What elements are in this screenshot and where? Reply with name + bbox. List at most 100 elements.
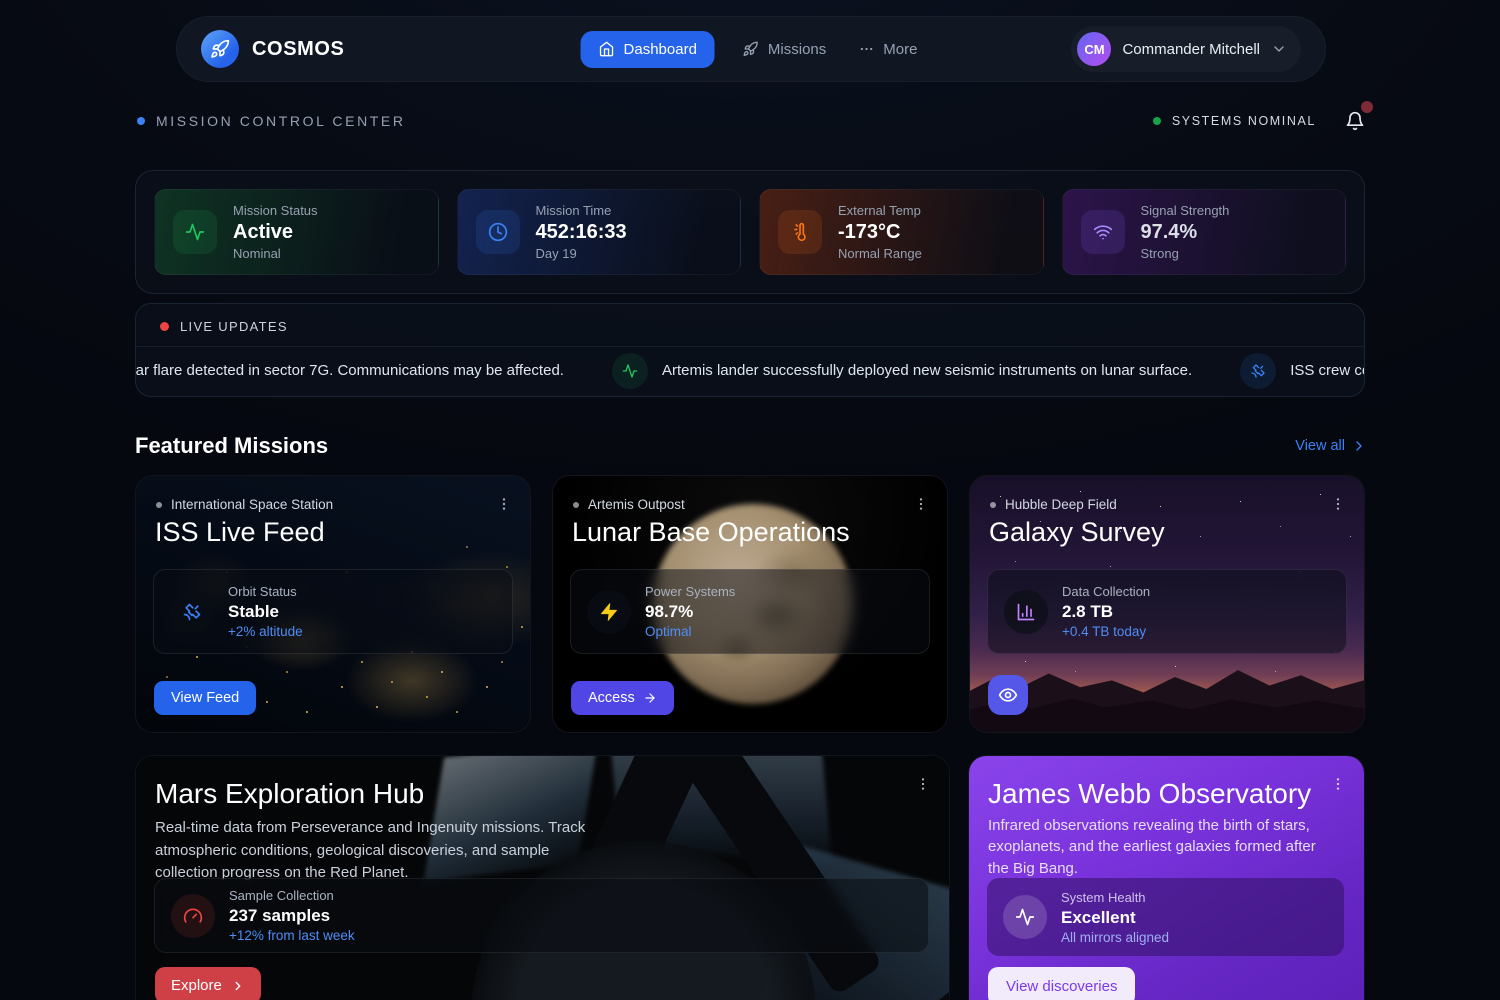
notifications-button[interactable] — [1343, 109, 1367, 133]
stat-value: 452:16:33 — [536, 221, 627, 244]
spotlight-grid: Mars Exploration Hub Real-time data from… — [135, 755, 1365, 1000]
panel-label: Orbit Status — [228, 584, 303, 599]
panel-value: 98.7% — [645, 602, 735, 622]
button-label: Explore — [171, 977, 222, 994]
panel-label: Sample Collection — [229, 888, 355, 903]
mission-control-page: COSMOS Dashboard Missions More CM Comman… — [0, 0, 1500, 1000]
primary-nav: Dashboard Missions More — [581, 31, 922, 68]
nav-tab-missions[interactable]: Missions — [739, 31, 830, 68]
user-menu[interactable]: CM Commander Mitchell — [1071, 26, 1301, 72]
brand-name: COSMOS — [252, 38, 345, 61]
stat-sub: Day 19 — [536, 246, 627, 261]
chevron-down-icon — [1271, 41, 1287, 57]
stat-label: Mission Status — [233, 203, 318, 218]
nav-tab-label: Dashboard — [624, 41, 697, 58]
card-menu-button[interactable] — [911, 772, 935, 796]
chevron-right-icon — [1351, 438, 1367, 454]
user-name: Commander Mitchell — [1122, 41, 1260, 58]
nav-tab-dashboard[interactable]: Dashboard — [581, 31, 715, 68]
card-tag: Hubble Deep Field — [990, 497, 1117, 512]
arrow-right-icon — [643, 691, 657, 705]
view-all-link[interactable]: View all — [1295, 438, 1367, 454]
satellite-icon — [1240, 353, 1276, 389]
stat-mission-status: Mission Status Active Nominal — [154, 189, 439, 275]
featured-missions-grid: International Space Station ISS Live Fee… — [135, 475, 1365, 733]
james-webb-card: James Webb Observatory Infrared observat… — [968, 755, 1365, 1000]
bar-chart-icon — [1004, 590, 1048, 634]
panel-sub: Optimal — [645, 624, 735, 639]
card-menu-button[interactable] — [492, 492, 516, 516]
notification-badge — [1361, 101, 1373, 113]
stat-value: 97.4% — [1141, 221, 1230, 244]
nav-tab-label: More — [883, 41, 917, 58]
page-title: MISSION CONTROL CENTER — [156, 113, 406, 129]
featured-missions-header: Featured Missions View all — [135, 430, 1367, 462]
card-stat-panel: Orbit Status Stable +2% altitude — [153, 569, 513, 654]
top-nav: COSMOS Dashboard Missions More CM Comman… — [176, 16, 1326, 82]
card-title: Lunar Base Operations — [572, 517, 850, 548]
green-dot-icon — [1153, 117, 1161, 125]
ticker-text: Solar flare detected in sector 7G. Commu… — [135, 362, 564, 379]
card-stat-panel: Sample Collection 237 samples +12% from … — [154, 878, 929, 953]
clock-icon — [476, 210, 520, 254]
status-dot — [573, 502, 579, 508]
view-all-label: View all — [1295, 438, 1345, 454]
live-updates-panel: LIVE UPDATES Solar flare detected in sec… — [135, 303, 1365, 397]
card-stat-panel: System Health Excellent All mirrors alig… — [987, 878, 1344, 956]
card-menu-button[interactable] — [1326, 492, 1350, 516]
explore-button[interactable]: Explore — [155, 967, 261, 1000]
thermometer-icon — [778, 210, 822, 254]
rocket-icon — [743, 41, 759, 57]
panel-label: System Health — [1061, 890, 1169, 905]
stat-sub: Strong — [1141, 246, 1230, 261]
button-label: Access — [588, 690, 635, 706]
panel-label: Power Systems — [645, 584, 735, 599]
system-status-group: SYSTEMS NOMINAL — [1153, 109, 1367, 133]
stat-value: -173°C — [838, 221, 922, 244]
activity-icon — [173, 210, 217, 254]
panel-value: Stable — [228, 602, 303, 622]
card-menu-button[interactable] — [909, 492, 933, 516]
view-feed-button[interactable]: View Feed — [154, 681, 256, 715]
live-updates-title: LIVE UPDATES — [180, 319, 288, 334]
red-dot-icon — [160, 322, 169, 331]
card-title: Galaxy Survey — [989, 517, 1165, 548]
card-title: Mars Exploration Hub — [155, 778, 424, 810]
stat-label: Mission Time — [536, 203, 627, 218]
ticker-item: Solar flare detected in sector 7G. Commu… — [135, 353, 564, 389]
card-description: Real-time data from Perseverance and Ing… — [155, 817, 610, 885]
zap-icon — [587, 590, 631, 634]
bell-icon — [1345, 111, 1365, 131]
panel-sub: +2% altitude — [228, 624, 303, 639]
panel-sub: All mirrors aligned — [1061, 930, 1169, 945]
ellipsis-icon — [858, 41, 874, 57]
card-stat-panel: Data Collection 2.8 TB +0.4 TB today — [987, 569, 1347, 654]
view-button eye-icon[interactable] — [988, 675, 1028, 715]
nav-tab-label: Missions — [768, 41, 826, 58]
rocket-icon — [201, 30, 239, 68]
live-updates-header: LIVE UPDATES — [136, 304, 1364, 347]
stats-panel: Mission Status Active Nominal Mission Ti… — [135, 170, 1365, 294]
activity-icon — [612, 353, 648, 389]
status-dot — [990, 502, 996, 508]
tag-label: International Space Station — [171, 497, 333, 512]
home-icon — [599, 41, 615, 57]
view-discoveries-button[interactable]: View discoveries — [988, 967, 1135, 1000]
ticker-text: ISS crew completes critical EVA repairs … — [1290, 362, 1365, 379]
card-tag: Artemis Outpost — [573, 497, 685, 512]
card-menu-button[interactable] — [1326, 772, 1350, 796]
page-header: MISSION CONTROL CENTER SYSTEMS NOMINAL — [137, 107, 1367, 135]
card-stat-panel: Power Systems 98.7% Optimal — [570, 569, 930, 654]
ticker-item: Artemis lander successfully deployed new… — [612, 353, 1192, 389]
blue-dot-icon — [137, 117, 145, 125]
nav-tab-more[interactable]: More — [854, 31, 921, 68]
card-title: ISS Live Feed — [155, 517, 325, 548]
card-tag: International Space Station — [156, 497, 333, 512]
page-title-group: MISSION CONTROL CENTER — [137, 113, 406, 129]
gauge-icon — [171, 894, 215, 938]
access-button[interactable]: Access — [571, 681, 674, 715]
mission-card-lunar: Artemis Outpost Lunar Base Operations Po… — [552, 475, 948, 733]
mission-card-iss: International Space Station ISS Live Fee… — [135, 475, 531, 733]
stat-value: Active — [233, 221, 318, 244]
tag-label: Artemis Outpost — [588, 497, 685, 512]
